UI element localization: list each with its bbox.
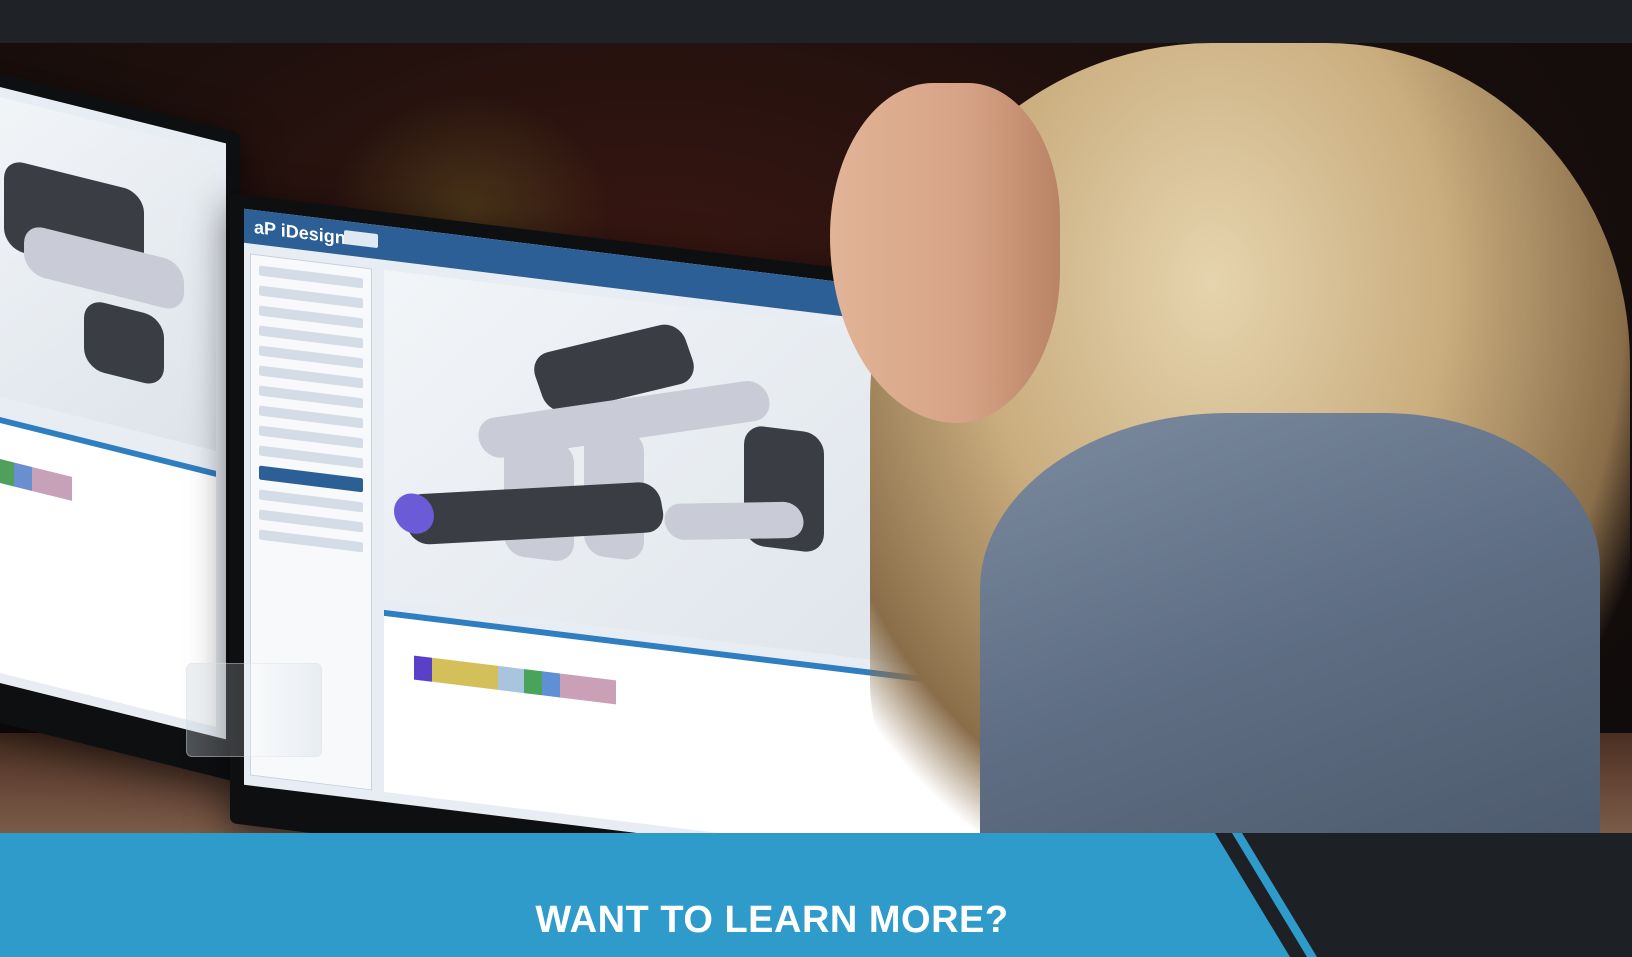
side-row — [259, 405, 363, 429]
cta-banner[interactable]: WANT TO LEARN MORE? — [0, 833, 1632, 957]
left-results-panel — [0, 412, 216, 727]
side-row — [259, 509, 363, 533]
side-row — [259, 529, 363, 553]
app-logo: aP iDesign — [254, 216, 346, 249]
side-row — [259, 385, 363, 409]
side-row — [259, 489, 363, 513]
side-row — [259, 425, 363, 449]
hero-photo: aP iDesign — [0, 43, 1632, 833]
cta-title[interactable]: WANT TO LEARN MORE? — [0, 899, 1544, 942]
side-row — [259, 345, 363, 369]
left-3d-viewport — [0, 92, 216, 451]
left-monitor-screen — [0, 80, 226, 740]
side-row-results-header — [259, 465, 363, 493]
side-row — [259, 305, 363, 329]
side-row — [259, 325, 363, 349]
person-shirt — [980, 413, 1600, 833]
side-row — [259, 445, 363, 469]
side-row — [259, 285, 363, 309]
drinking-glass — [186, 663, 322, 757]
side-row — [259, 365, 363, 389]
app-tab[interactable] — [344, 229, 378, 249]
side-row — [259, 265, 363, 289]
top-bar — [0, 0, 1632, 43]
